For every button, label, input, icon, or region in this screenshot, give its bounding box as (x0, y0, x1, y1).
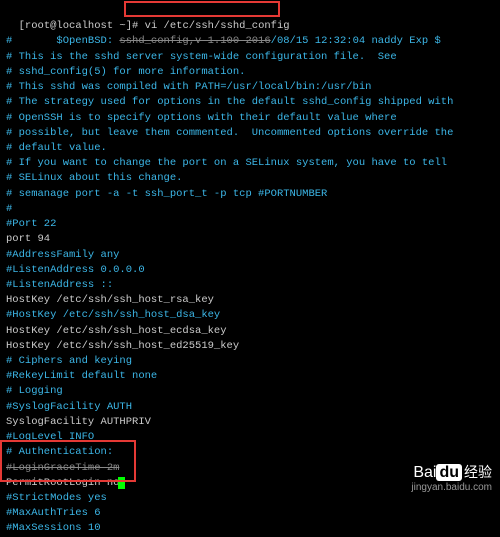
editor-line[interactable]: # Ciphers and keying (6, 354, 494, 369)
watermark: Baidu经验 jingyan.baidu.com (411, 463, 492, 494)
editor-line[interactable]: # The strategy used for options in the d… (6, 95, 494, 110)
editor-line[interactable]: # This sshd was compiled with PATH=/usr/… (6, 80, 494, 95)
editor-line[interactable]: # OpenSSH is to specify options with the… (6, 111, 494, 126)
editor-line[interactable]: # default value. (6, 141, 494, 156)
editor-line[interactable]: #MaxSessions 10 (6, 521, 494, 536)
editor-line[interactable]: # possible, but leave them commented. Un… (6, 126, 494, 141)
editor-line[interactable]: SyslogFacility AUTHPRIV (6, 415, 494, 430)
editor-line[interactable]: # Logging (6, 384, 494, 399)
prompt-user-host: [root@localhost ~]# (19, 20, 139, 32)
editor-line[interactable]: # (6, 202, 494, 217)
watermark-url: jingyan.baidu.com (411, 482, 492, 494)
text-cursor (118, 477, 125, 489)
shell-prompt-line: [root@localhost ~]# vi /etc/ssh/sshd_con… (6, 4, 494, 34)
editor-line[interactable]: # Authentication: (6, 445, 494, 460)
editor-line[interactable]: #MaxAuthTries 6 (6, 506, 494, 521)
command-text: vi /etc/ssh/sshd_config (145, 20, 290, 32)
editor-line[interactable]: #AddressFamily any (6, 248, 494, 263)
editor-line[interactable]: #ListenAddress :: (6, 278, 494, 293)
editor-line[interactable]: # sshd_config(5) for more information. (6, 65, 494, 80)
editor-line[interactable]: #LogLevel INFO (6, 430, 494, 445)
editor-line[interactable]: # $OpenBSD: sshd_config,v 1.100 2016/08/… (6, 34, 494, 49)
editor-line[interactable]: HostKey /etc/ssh/ssh_host_rsa_key (6, 293, 494, 308)
editor-line[interactable]: # This is the sshd server system-wide co… (6, 50, 494, 65)
editor-line[interactable]: port 94 (6, 232, 494, 247)
file-content[interactable]: # $OpenBSD: sshd_config,v 1.100 2016/08/… (6, 34, 494, 536)
editor-line[interactable]: # semanage port -a -t ssh_port_t -p tcp … (6, 187, 494, 202)
editor-line[interactable]: # SELinux about this change. (6, 171, 494, 186)
editor-line[interactable]: HostKey /etc/ssh/ssh_host_ed25519_key (6, 339, 494, 354)
editor-line[interactable]: HostKey /etc/ssh/ssh_host_ecdsa_key (6, 324, 494, 339)
editor-line[interactable]: #Port 22 (6, 217, 494, 232)
editor-line[interactable]: #SyslogFacility AUTH (6, 400, 494, 415)
baidu-logo: Baidu经验 (411, 463, 492, 482)
editor-line[interactable]: # If you want to change the port on a SE… (6, 156, 494, 171)
editor-line[interactable]: #ListenAddress 0.0.0.0 (6, 263, 494, 278)
editor-line[interactable]: #HostKey /etc/ssh/ssh_host_dsa_key (6, 308, 494, 323)
editor-line[interactable]: #RekeyLimit default none (6, 369, 494, 384)
